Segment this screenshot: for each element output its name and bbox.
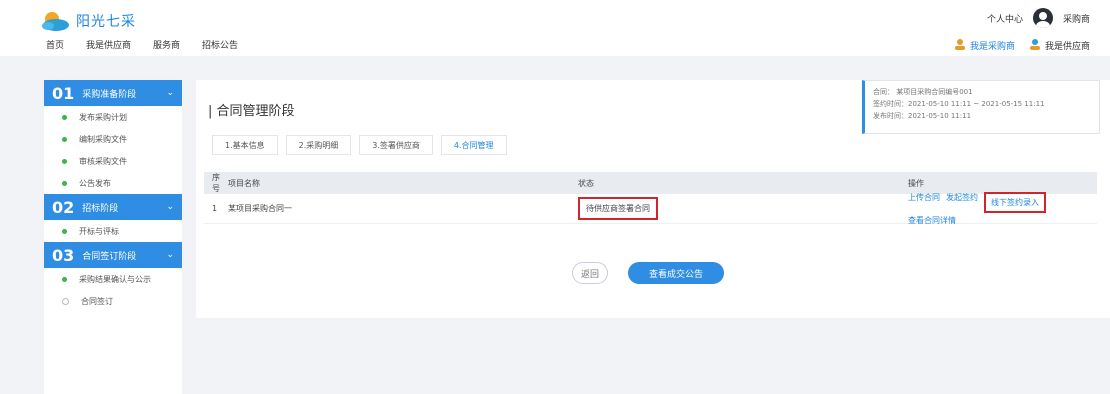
sidebar-item[interactable]: 审核采购文件 [44, 150, 182, 172]
section-title: 采购准备阶段 [82, 89, 137, 100]
column-header: 项目名称 [228, 178, 260, 188]
supplier-role-label: 我是供应商 [1044, 42, 1090, 52]
view-announcement-button[interactable]: 查看成交公告 [628, 262, 724, 284]
tab-contract-management[interactable]: 4.合同管理 [440, 135, 507, 155]
status-dot-icon [62, 114, 67, 120]
step-tabs: 1.基本信息 2.采购明细 3.签署供应商 4.合同管理 [212, 135, 507, 155]
action-buttons: 返回 查看成交公告 [572, 262, 724, 284]
avatar[interactable] [1032, 8, 1053, 28]
user-name[interactable]: 采购商 [1063, 12, 1090, 25]
status-dot-icon [62, 276, 67, 282]
column-header: 状态 [578, 178, 594, 188]
sidebar-item[interactable]: 编制采购文件 [44, 128, 182, 150]
sidebar-item-label: 编制采购文件 [79, 134, 127, 144]
brand-name: 阳光七采 [76, 14, 136, 30]
role-links: 我是采购商 我是供应商 [954, 38, 1090, 53]
sidebar-item[interactable]: 合同签订 [44, 290, 182, 312]
sidebar-section-02[interactable]: 02 招标阶段 ⌄ [44, 194, 182, 220]
row-ops-cell: 上传合同 发起签约 线下签约录入 查看合同详情 [904, 191, 1097, 226]
tab-basic-info[interactable]: 1.基本信息 [212, 135, 278, 155]
status-dot-icon [62, 136, 67, 142]
contract-table: 序号 项目名称 状态 操作 1 某项目采购合同一 待供应商签署合同 上传合同 发… [204, 172, 1097, 226]
cloud-logo-icon [40, 10, 70, 32]
sidebar-item-label: 审核采购文件 [79, 156, 127, 166]
tab-sign-supplier[interactable]: 3.签署供应商 [359, 135, 433, 155]
sidebar-item[interactable]: 公告发布 [44, 172, 182, 194]
sidebar-item-label: 合同签订 [81, 296, 113, 306]
sidebar-section-03[interactable]: 03 合同签订阶段 ⌄ [44, 242, 182, 268]
initiate-sign-link[interactable]: 发起签约 [946, 192, 978, 213]
section-number: 01 [52, 83, 75, 103]
row-status-cell: 待供应商签署合同 [574, 197, 904, 220]
sidebar-item-label: 发布采购计划 [79, 112, 127, 122]
upload-contract-link[interactable]: 上传合同 [908, 192, 940, 213]
back-button[interactable]: 返回 [572, 262, 608, 284]
sidebar-section-01[interactable]: 01 采购准备阶段 ⌄ [44, 80, 182, 106]
view-contract-link[interactable]: 查看合同详情 [908, 215, 956, 226]
user-supplier-icon [1029, 38, 1041, 53]
chevron-down-icon: ⌄ [166, 250, 174, 260]
section-title: 招标阶段 [82, 203, 119, 214]
sidebar-item-label: 公告发布 [79, 178, 111, 188]
section-title: 合同签订阶段 [82, 251, 137, 262]
page-title: | 合同管理阶段 [208, 104, 295, 119]
sidebar-item[interactable]: 采购结果确认与公示 [44, 268, 182, 290]
status-dot-icon [62, 228, 67, 234]
supplier-role-link[interactable]: 我是供应商 [1029, 38, 1090, 53]
section-number: 03 [52, 245, 75, 265]
table-row: 1 某项目采购合同一 待供应商签署合同 上传合同 发起签约 线下签约录入 查看合… [204, 191, 1097, 226]
status-dot-icon [62, 158, 67, 164]
chevron-down-icon: ⌄ [166, 202, 174, 212]
row-project-name: 某项目采购合同一 [228, 204, 292, 213]
user-area: 个人中心 采购商 [987, 8, 1090, 28]
info-line: 发布时间：2021-05-10 11:11 [873, 112, 972, 120]
offline-sign-entry-link[interactable]: 线下签约录入 [984, 191, 1046, 213]
column-header: 操作 [908, 178, 924, 188]
nav-item-home[interactable]: 首页 [46, 38, 64, 51]
nav-item-supplier[interactable]: 我是供应商 [86, 38, 131, 51]
contract-info-card: 合同： 某项目采购合同编号001 签约时间：2021-05-10 11:11 ~… [862, 80, 1100, 134]
row-actions: 上传合同 发起签约 线下签约录入 查看合同详情 [908, 191, 1088, 226]
sidebar-item-label: 采购结果确认与公示 [79, 274, 151, 284]
status-badge: 待供应商签署合同 [578, 197, 658, 220]
buyer-role-label: 我是采购商 [969, 42, 1015, 52]
stage-sidebar: 01 采购准备阶段 ⌄ 发布采购计划 编制采购文件 审核采购文件 公告发布 02… [44, 80, 182, 394]
row-index: 1 [212, 204, 218, 213]
main-nav: 首页 我是供应商 服务商 招标公告 [46, 38, 238, 51]
sidebar-item[interactable]: 开标与评标 [44, 220, 182, 242]
chevron-down-icon: ⌄ [166, 88, 174, 98]
status-dot-icon [62, 180, 67, 186]
nav-item-services[interactable]: 服务商 [153, 38, 180, 51]
nav-item-tender[interactable]: 招标公告 [202, 38, 238, 51]
top-bar: 阳光七采 首页 我是供应商 服务商 招标公告 个人中心 采购商 我是采购商 我是 [0, 0, 1110, 56]
info-line: 合同： 某项目采购合同编号001 [873, 88, 973, 96]
brand-logo[interactable]: 阳光七采 [40, 10, 136, 32]
column-header: 序号 [212, 173, 220, 193]
section-number: 02 [52, 197, 75, 217]
buyer-role-link[interactable]: 我是采购商 [954, 38, 1015, 53]
sidebar-item[interactable]: 发布采购计划 [44, 106, 182, 128]
tab-purchase-detail[interactable]: 2.采购明细 [285, 135, 352, 155]
user-buyer-icon [954, 38, 966, 53]
sidebar-item-label: 开标与评标 [79, 226, 119, 236]
info-line: 签约时间：2021-05-10 11:11 ~ 2021-05-15 11:11 [873, 100, 1045, 108]
personal-center-link[interactable]: 个人中心 [987, 12, 1023, 25]
pending-dot-icon [62, 297, 69, 305]
